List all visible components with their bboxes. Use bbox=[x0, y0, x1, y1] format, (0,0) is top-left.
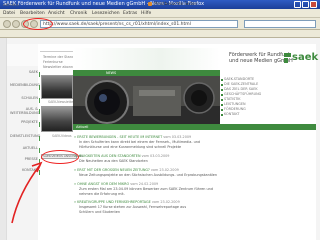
browser-screenshot: SAEK Förderwerk für Rundfunk und neue Me… bbox=[0, 0, 320, 240]
annotation-arrow-icon bbox=[11, 161, 43, 224]
